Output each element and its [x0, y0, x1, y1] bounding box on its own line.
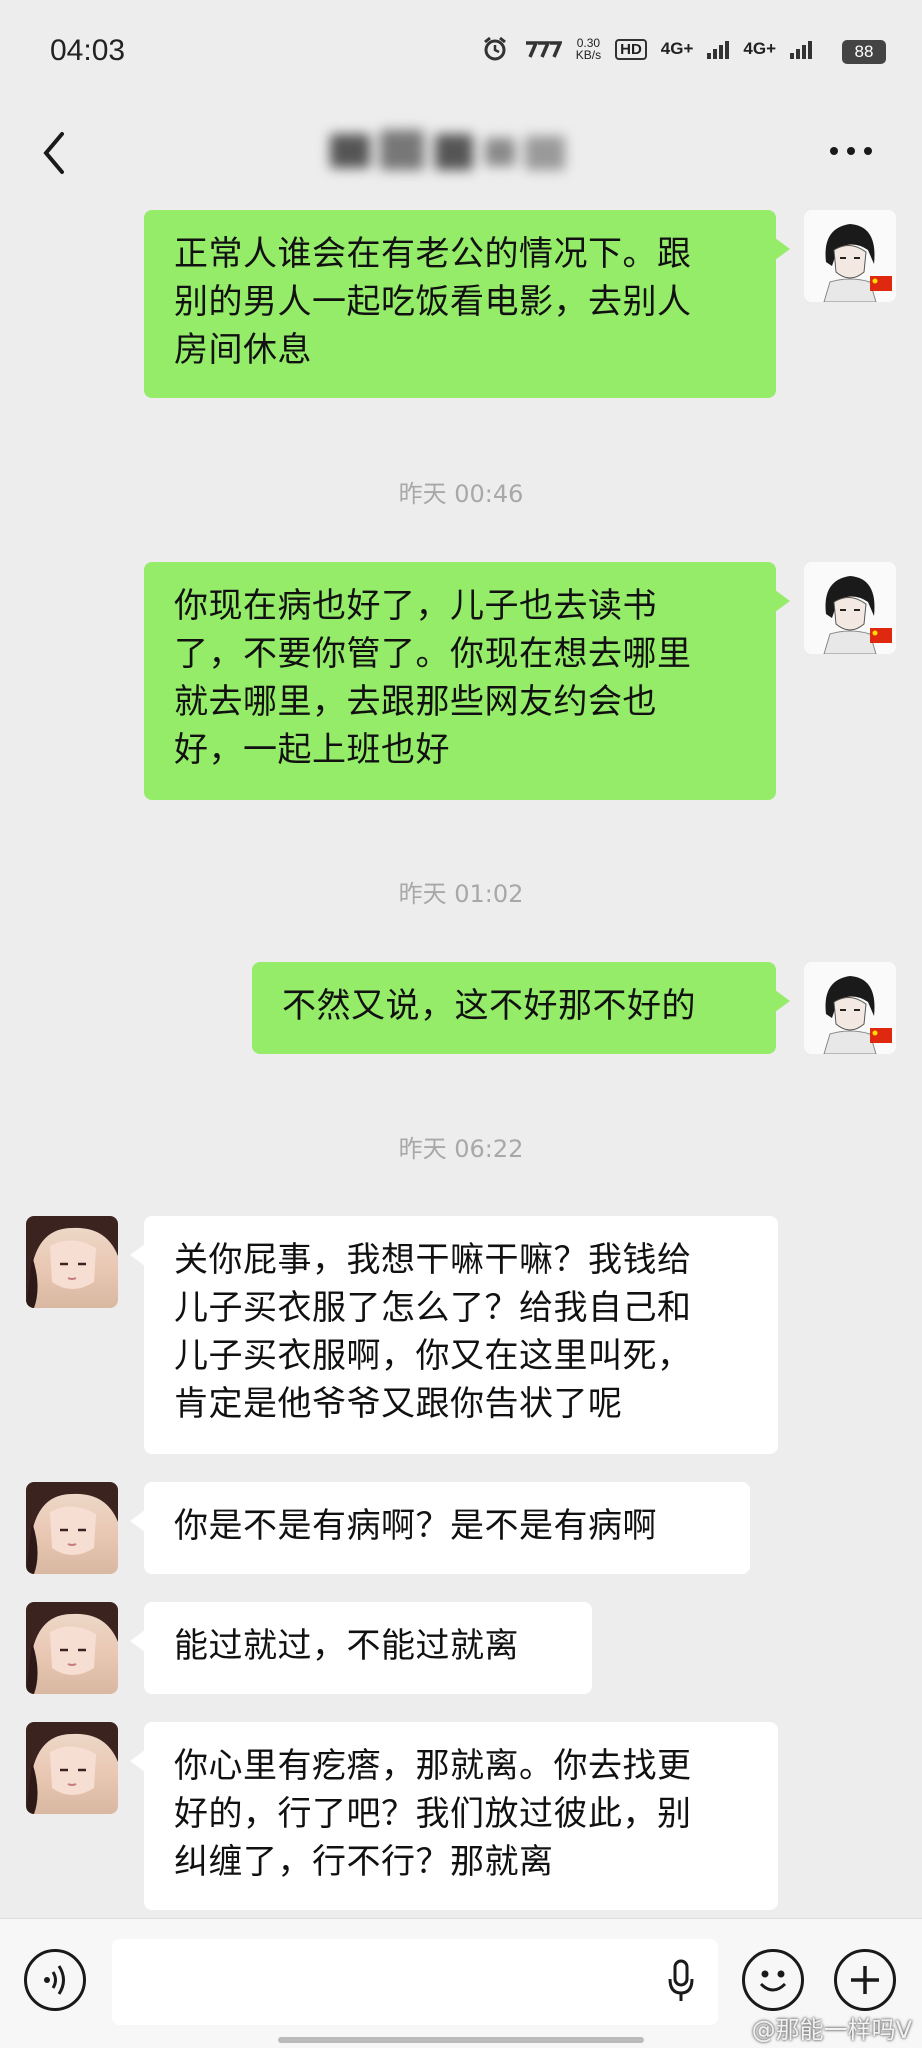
battery-icon: 88: [842, 40, 886, 64]
signal-icon-2: [790, 39, 812, 59]
my-avatar[interactable]: [804, 962, 896, 1054]
status-icons: 0.30 KB/s HD 4G+ 4G+: [482, 36, 812, 62]
chat-header: [0, 106, 922, 200]
incoming-message[interactable]: 关你屁事，我想干嘛干嘛？我钱给 儿子买衣服了怎么了？给我自己和 儿子买衣服啊，你…: [130, 1216, 778, 1454]
incoming-message[interactable]: 你是不是有病啊？是不是有病啊: [130, 1482, 750, 1574]
network-label-2: 4G+: [743, 39, 776, 58]
chat-title-blurred: [310, 120, 610, 182]
girl-photo-avatar-icon: [26, 1482, 118, 1574]
girl-photo-avatar-icon: [26, 1602, 118, 1694]
message-line: 纠缠了，行不行？那就离: [174, 1842, 554, 1882]
emoji-icon: [759, 1970, 787, 1992]
alarm-icon: [483, 36, 506, 61]
contact-avatar[interactable]: [26, 1216, 118, 1308]
incoming-message[interactable]: 你心里有疙瘩，那就离。你去找更 好的，行了吧？我们放过彼此，别 纠缠了，行不行？…: [130, 1722, 778, 1910]
hd-badge: HD: [615, 38, 647, 60]
message-input[interactable]: [112, 1939, 718, 2025]
message-line: 儿子买衣服了怎么了？给我自己和: [174, 1288, 692, 1328]
voice-toggle-button[interactable]: [24, 1949, 86, 2011]
outgoing-message[interactable]: 你现在病也好了，儿子也去读书 了，不要你管了。你现在想去哪里 就去哪里，去跟那些…: [144, 562, 790, 800]
back-icon[interactable]: [36, 128, 76, 178]
outgoing-message[interactable]: 正常人谁会在有老公的情况下。跟 别的男人一起吃饭看电影，去别人 房间休息: [144, 210, 790, 398]
message-line: 好的，行了吧？我们放过彼此，别: [174, 1794, 692, 1834]
message-line: 正常人谁会在有老公的情况下。跟: [174, 234, 692, 274]
message-line: 你心里有疙瘩，那就离。你去找更: [174, 1746, 692, 1786]
plus-icon: [851, 1966, 879, 1994]
my-avatar[interactable]: [804, 210, 896, 302]
hd-label: HD: [620, 40, 642, 58]
girl-photo-avatar-icon: [26, 1722, 118, 1814]
anime-boy-avatar-icon: [804, 210, 896, 302]
message-line: 肯定是他爷爷又跟你告状了呢: [174, 1384, 623, 1424]
message-line: 了，不要你管了。你现在想去哪里: [174, 634, 692, 674]
more-functions-button[interactable]: [834, 1949, 896, 2011]
status-bar: 04:03 0.30 KB/s HD 4G+ 4G+ 88: [0, 0, 922, 106]
message-line: 关你屁事，我想干嘛干嘛？我钱给: [174, 1240, 692, 1280]
net-speed-unit: KB/s: [575, 48, 602, 62]
girl-photo-avatar-icon: [26, 1216, 118, 1308]
emoji-button[interactable]: [742, 1949, 804, 2011]
net-speed: 0.30 KB/s: [576, 37, 601, 61]
message-line: 好，一起上班也好: [174, 730, 450, 770]
message-line: 就去哪里，去跟那些网友约会也: [174, 682, 657, 722]
outgoing-message[interactable]: 不然又说，这不好那不好的: [252, 962, 790, 1054]
more-icon[interactable]: [828, 144, 874, 158]
message-line: 房间休息: [174, 330, 312, 370]
contact-avatar[interactable]: [26, 1602, 118, 1694]
battery-level: 88: [854, 42, 874, 61]
contact-avatar[interactable]: [26, 1722, 118, 1814]
message-timestamp: 昨天 06:22: [398, 1135, 524, 1163]
message-line: 能过就过，不能过就离: [174, 1626, 519, 1666]
message-timestamp: 昨天 01:02: [398, 880, 524, 908]
message-line: 别的男人一起吃饭看电影，去别人: [174, 282, 692, 322]
contact-avatar[interactable]: [26, 1482, 118, 1574]
my-avatar[interactable]: [804, 562, 896, 654]
network-label-1: 4G+: [660, 39, 694, 58]
signal-icon-1: [707, 39, 730, 59]
home-indicator[interactable]: [278, 2037, 644, 2043]
message-line: 儿子买衣服啊，你又在这里叫死，: [174, 1336, 692, 1376]
message-line: 不然又说，这不好那不好的: [282, 986, 696, 1026]
weibo-watermark: @那能一样吗V: [751, 2016, 912, 2044]
message-timestamp: 昨天 00:46: [398, 480, 524, 508]
message-line: 你是不是有病啊？是不是有病啊: [174, 1506, 657, 1546]
message-line: 你现在病也好了，儿子也去读书: [174, 586, 657, 626]
voice-icon: [44, 1965, 65, 1995]
mic-icon[interactable]: [666, 1957, 696, 2005]
nfc-icon: [525, 41, 562, 58]
anime-boy-avatar-icon: [804, 962, 896, 1054]
status-time: 04:03: [50, 34, 126, 67]
anime-boy-avatar-icon: [804, 562, 896, 654]
incoming-message[interactable]: 能过就过，不能过就离: [130, 1602, 592, 1694]
